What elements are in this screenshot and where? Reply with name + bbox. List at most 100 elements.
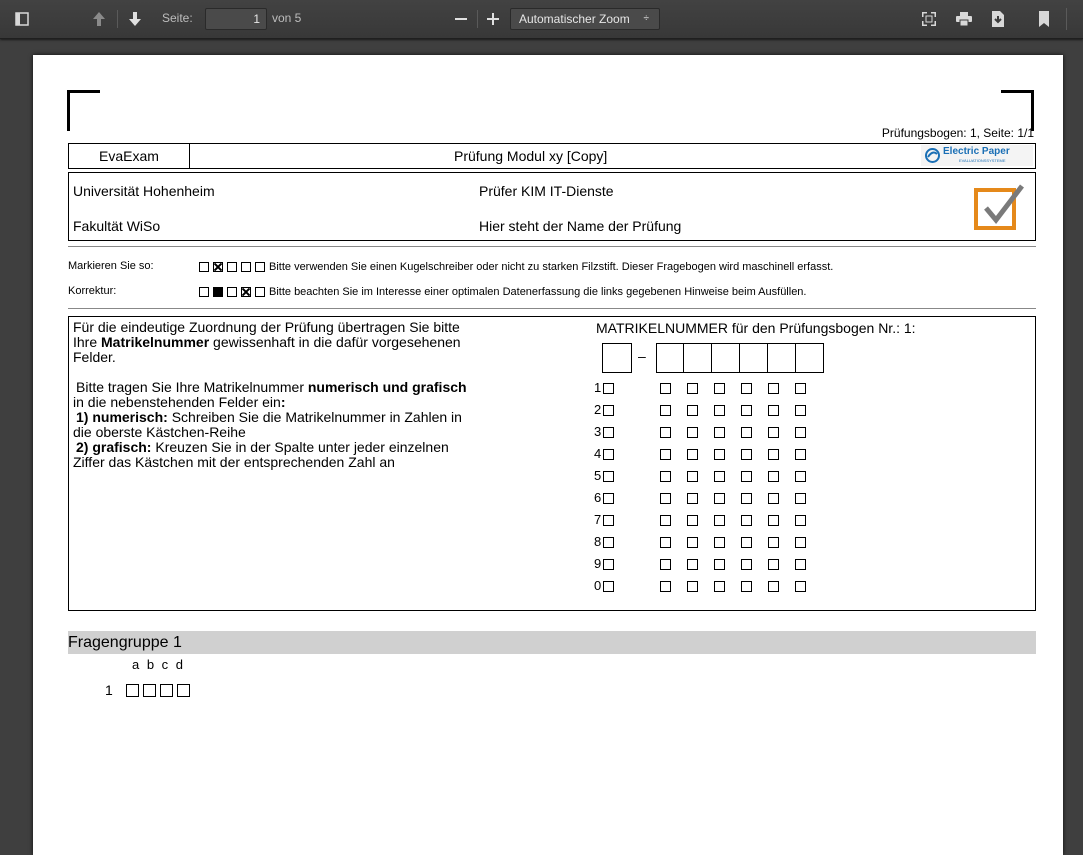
digit-checkbox[interactable] xyxy=(714,383,725,395)
checkbox-example-empty xyxy=(241,262,251,273)
digit-checkbox[interactable] xyxy=(741,449,752,461)
digit-checkbox[interactable] xyxy=(768,537,779,549)
digit-checkbox-prefix[interactable] xyxy=(603,427,614,439)
digit-checkbox[interactable] xyxy=(714,581,725,593)
digit-checkbox-prefix[interactable] xyxy=(603,559,614,571)
digit-checkbox-prefix[interactable] xyxy=(603,515,614,527)
digit-checkbox[interactable] xyxy=(741,515,752,527)
answer-checkbox-c[interactable] xyxy=(160,684,173,697)
digit-checkbox[interactable] xyxy=(741,493,752,505)
answer-checkbox-d[interactable] xyxy=(177,684,190,697)
digit-checkbox[interactable] xyxy=(660,427,671,439)
digit-checkbox[interactable] xyxy=(768,515,779,527)
digit-checkbox[interactable] xyxy=(660,581,671,593)
download-icon[interactable] xyxy=(990,10,1006,28)
digit-checkbox[interactable] xyxy=(795,471,806,483)
digit-checkbox[interactable] xyxy=(687,449,698,461)
digit-label: 4 xyxy=(594,446,602,461)
digit-checkbox[interactable] xyxy=(687,559,698,571)
digit-checkbox-prefix[interactable] xyxy=(603,581,614,593)
digit-checkbox[interactable] xyxy=(687,515,698,527)
digit-checkbox-prefix[interactable] xyxy=(603,383,614,395)
digit-checkbox[interactable] xyxy=(741,471,752,483)
digit-checkbox[interactable] xyxy=(687,471,698,483)
matrikel-digit-box[interactable] xyxy=(768,343,796,373)
correction-label-row: Korrektur: xyxy=(68,284,116,298)
instruction-text: Ihre xyxy=(73,334,102,350)
digit-checkbox[interactable] xyxy=(660,515,671,527)
sidebar-toggle-icon[interactable] xyxy=(14,11,30,27)
digit-checkbox[interactable] xyxy=(687,383,698,395)
digit-checkbox-prefix[interactable] xyxy=(603,471,614,483)
page-number-input[interactable]: 1 xyxy=(205,8,267,30)
digit-checkbox[interactable] xyxy=(795,581,806,593)
digit-checkbox[interactable] xyxy=(741,405,752,417)
digit-checkbox[interactable] xyxy=(660,471,671,483)
digit-checkbox[interactable] xyxy=(660,449,671,461)
brand-logo: Electric Paper EVALUATIONSSYSTEME xyxy=(921,145,1033,166)
digit-checkbox[interactable] xyxy=(768,405,779,417)
next-page-icon[interactable] xyxy=(127,10,143,28)
digit-checkbox[interactable] xyxy=(795,515,806,527)
digit-checkbox-prefix[interactable] xyxy=(603,405,614,417)
answer-checkbox-b[interactable] xyxy=(143,684,156,697)
digit-checkbox[interactable] xyxy=(795,537,806,549)
digit-checkbox[interactable] xyxy=(768,383,779,395)
digit-checkbox[interactable] xyxy=(687,405,698,417)
zoom-select[interactable]: Automatischer Zoom ÷ xyxy=(510,8,660,30)
print-icon[interactable] xyxy=(955,11,973,27)
digit-checkbox[interactable] xyxy=(741,581,752,593)
digit-checkbox[interactable] xyxy=(795,559,806,571)
answer-checkbox-a[interactable] xyxy=(126,684,139,697)
matrikel-digit-box[interactable] xyxy=(656,343,684,373)
digit-checkbox[interactable] xyxy=(768,471,779,483)
digit-checkbox[interactable] xyxy=(660,559,671,571)
instruction-bold: Matrikelnummer xyxy=(101,334,210,350)
digit-checkbox[interactable] xyxy=(795,427,806,439)
digit-checkbox-prefix[interactable] xyxy=(603,537,614,549)
digit-checkbox[interactable] xyxy=(687,427,698,439)
matrikel-digit-box[interactable] xyxy=(796,343,824,373)
digit-checkbox[interactable] xyxy=(795,449,806,461)
digit-checkbox[interactable] xyxy=(714,515,725,527)
digit-checkbox-prefix[interactable] xyxy=(603,449,614,461)
digit-checkbox[interactable] xyxy=(660,537,671,549)
digit-checkbox[interactable] xyxy=(714,427,725,439)
digit-checkbox[interactable] xyxy=(795,405,806,417)
digit-checkbox[interactable] xyxy=(714,471,725,483)
digit-checkbox[interactable] xyxy=(687,581,698,593)
digit-checkbox[interactable] xyxy=(768,493,779,505)
bookmark-icon[interactable] xyxy=(1038,10,1050,28)
digit-checkbox[interactable] xyxy=(768,581,779,593)
digit-checkbox[interactable] xyxy=(741,427,752,439)
zoom-in-icon[interactable] xyxy=(485,11,501,27)
digit-checkbox[interactable] xyxy=(687,537,698,549)
digit-checkbox[interactable] xyxy=(741,559,752,571)
digit-checkbox[interactable] xyxy=(741,537,752,549)
digit-checkbox[interactable] xyxy=(741,383,752,395)
digit-checkbox[interactable] xyxy=(660,493,671,505)
matrikel-digit-box[interactable] xyxy=(684,343,712,373)
digit-checkbox[interactable] xyxy=(768,427,779,439)
app-name: EvaExam xyxy=(69,144,190,168)
digit-checkbox[interactable] xyxy=(795,383,806,395)
digit-checkbox[interactable] xyxy=(714,449,725,461)
digit-checkbox[interactable] xyxy=(795,493,806,505)
digit-checkbox-prefix[interactable] xyxy=(603,493,614,505)
digit-checkbox[interactable] xyxy=(714,559,725,571)
instruction-text: Schreiben Sie die Matrikelnummer in Zahl… xyxy=(167,409,462,425)
zoom-out-icon[interactable] xyxy=(453,11,469,27)
digit-checkbox[interactable] xyxy=(714,537,725,549)
presentation-mode-icon[interactable] xyxy=(921,11,937,27)
matrikel-digit-box[interactable] xyxy=(740,343,768,373)
digit-checkbox[interactable] xyxy=(660,383,671,395)
matrikel-prefix-box[interactable] xyxy=(602,343,632,373)
digit-checkbox[interactable] xyxy=(768,559,779,571)
previous-page-icon[interactable] xyxy=(91,10,107,28)
digit-checkbox[interactable] xyxy=(660,405,671,417)
matrikel-digit-box[interactable] xyxy=(712,343,740,373)
digit-checkbox[interactable] xyxy=(714,405,725,417)
digit-checkbox[interactable] xyxy=(687,493,698,505)
digit-checkbox[interactable] xyxy=(714,493,725,505)
digit-checkbox[interactable] xyxy=(768,449,779,461)
